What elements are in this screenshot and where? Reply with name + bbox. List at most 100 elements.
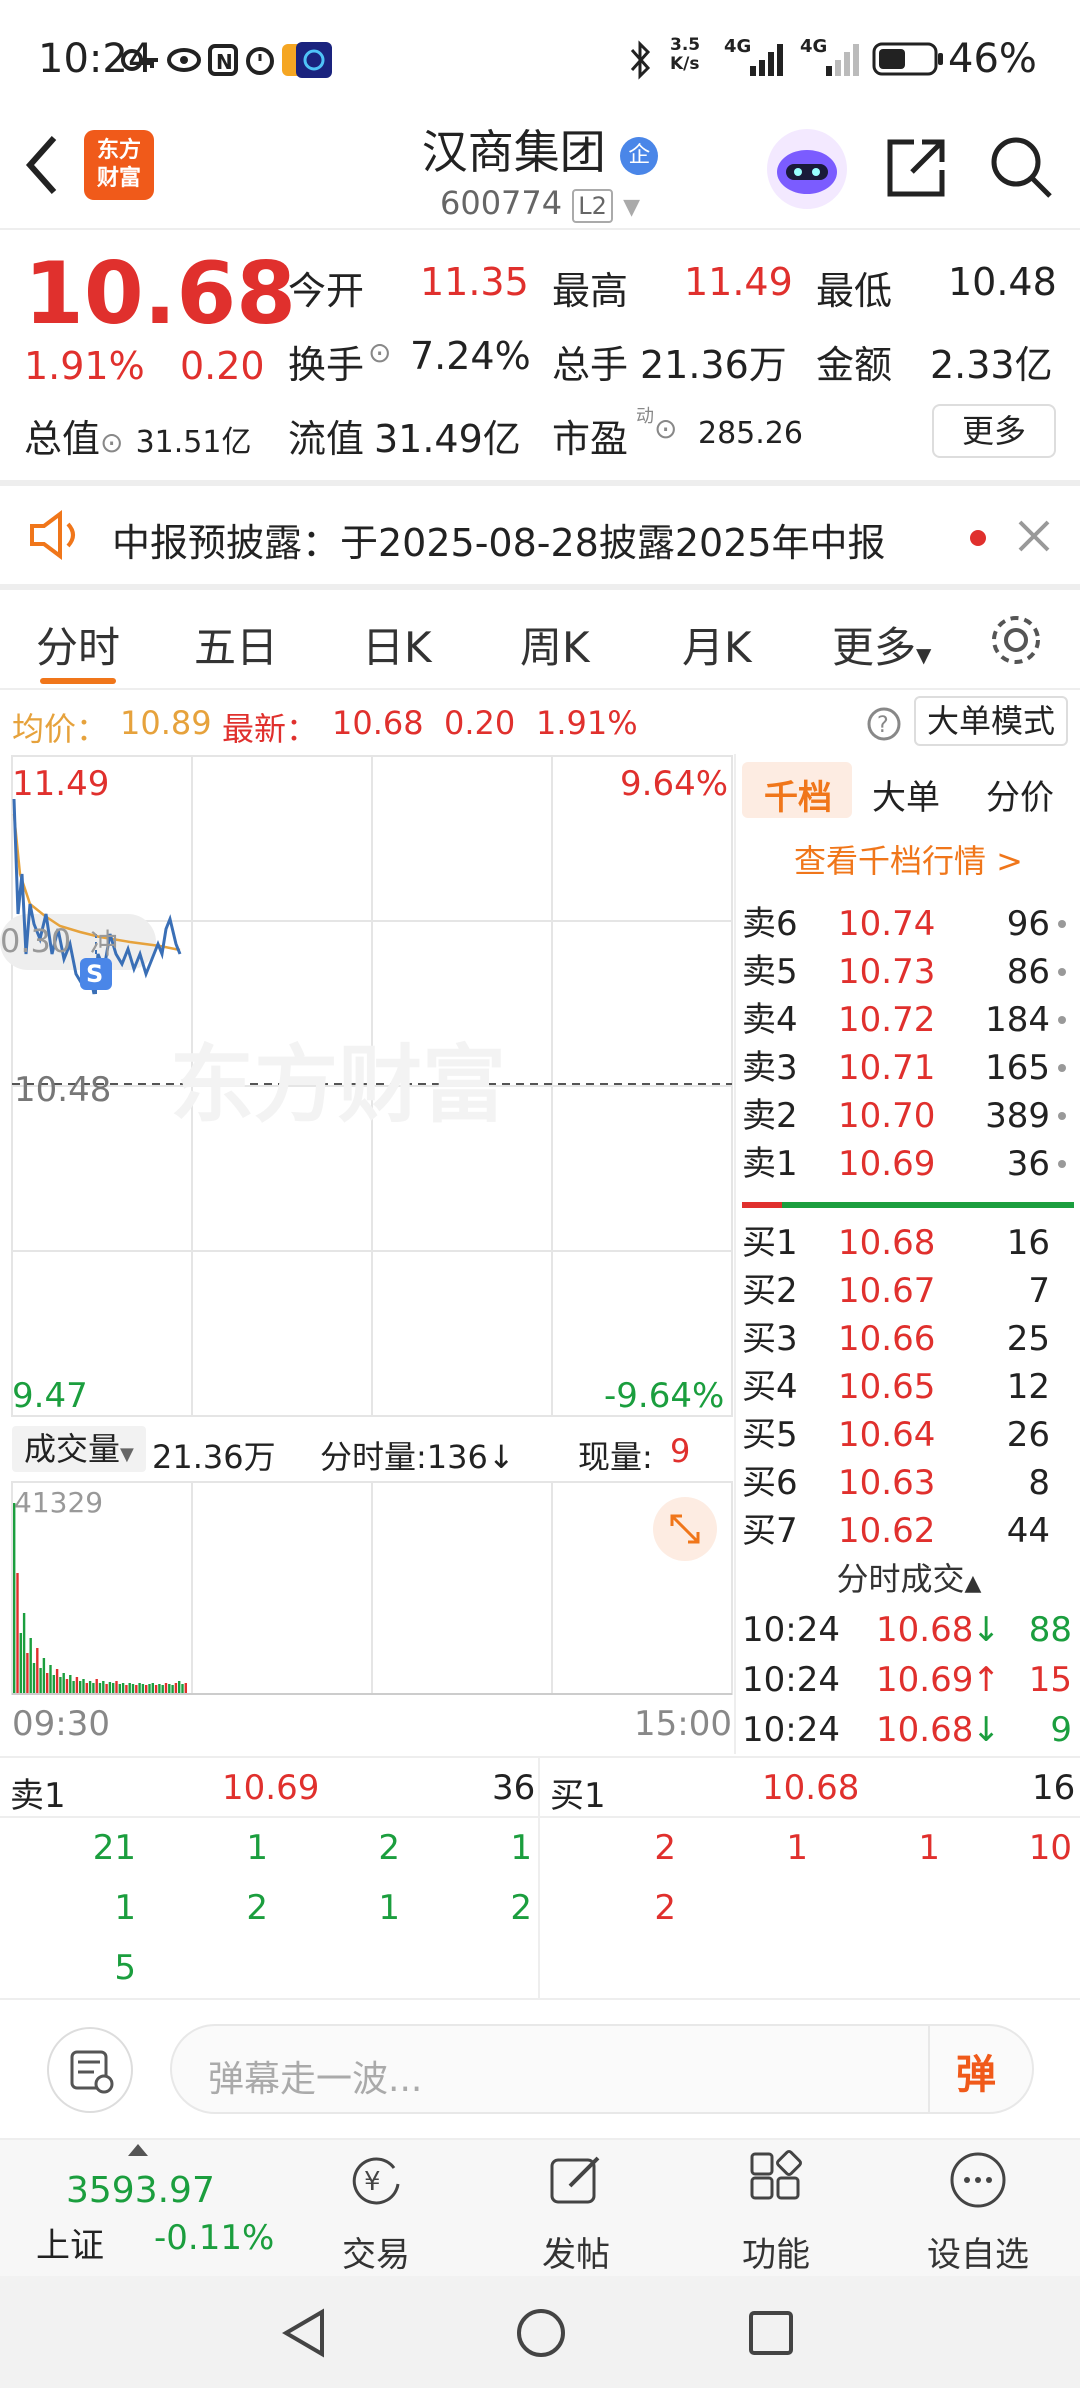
share-icon[interactable] bbox=[884, 134, 950, 200]
buy-level-label: 买4 bbox=[742, 1367, 798, 1407]
queue-order-size: 2 bbox=[654, 1828, 676, 1868]
queue-order-size: 21 bbox=[92, 1828, 136, 1868]
volume-bar bbox=[79, 1681, 82, 1693]
volume-bar bbox=[125, 1685, 128, 1693]
svg-text:N: N bbox=[216, 50, 233, 74]
level2-badge: L2 bbox=[572, 189, 613, 223]
settings-gear-icon[interactable] bbox=[988, 612, 1044, 668]
tab-weekly-k[interactable]: 周K bbox=[520, 614, 590, 675]
ticks-header[interactable]: 分时成交▲ bbox=[738, 1554, 1080, 1600]
danmaku-input[interactable]: 弹幕走一波... 弹 bbox=[170, 2024, 1034, 2114]
queue-sell-vol: 36 bbox=[492, 1768, 536, 1808]
volume-bar bbox=[85, 1683, 88, 1693]
system-nav-bar bbox=[0, 2276, 1080, 2388]
volume-bar bbox=[39, 1668, 42, 1693]
open-label: 今开 bbox=[288, 269, 365, 313]
nav-post[interactable]: 发帖 bbox=[516, 2150, 636, 2276]
sell-row[interactable]: 卖3 10.71 165 bbox=[740, 1044, 1080, 1092]
volume-chart[interactable]: 41329 bbox=[0, 1480, 734, 1696]
buy-row[interactable]: 买7 10.62 44 bbox=[740, 1507, 1080, 1555]
tab-monthly-k[interactable]: 月K bbox=[682, 614, 752, 675]
sell-volume: 165 bbox=[985, 1048, 1050, 1088]
sell-row[interactable]: 卖2 10.70 389 bbox=[740, 1092, 1080, 1140]
nfc-icon: N bbox=[208, 44, 238, 76]
volume-bar bbox=[98, 1683, 102, 1693]
nav-add-watchlist[interactable]: 设自选 bbox=[918, 2150, 1038, 2276]
intraday-chart[interactable]: 东方财富 11.49 9.64% 0.30 冲 S 10.48 9.47 -9.… bbox=[0, 754, 734, 1418]
buy-row[interactable]: 买4 10.65 12 bbox=[740, 1363, 1080, 1411]
sell-row[interactable]: 卖4 10.72 184 bbox=[740, 996, 1080, 1044]
close-icon[interactable] bbox=[1016, 518, 1052, 554]
queue-sell-label: 卖1 bbox=[10, 1776, 66, 1816]
robot-assistant-icon[interactable] bbox=[764, 126, 850, 212]
volume-bar bbox=[82, 1679, 85, 1693]
home-circle-icon[interactable] bbox=[514, 2306, 568, 2360]
volume-bar bbox=[112, 1683, 115, 1693]
pe-info-icon[interactable]: ⊙ bbox=[654, 412, 677, 445]
sell-price: 10.70 bbox=[838, 1096, 936, 1136]
volume-bar bbox=[92, 1683, 95, 1693]
app-badge-blue-icon bbox=[296, 42, 332, 78]
mcap-row: 总值⊙ 31.51亿 bbox=[24, 408, 251, 463]
tab-thousand-levels[interactable]: 千档 bbox=[764, 770, 832, 819]
expand-icon[interactable] bbox=[652, 1496, 718, 1562]
volume-peak-label: 41329 bbox=[14, 1486, 104, 1519]
help-icon[interactable]: ? bbox=[866, 706, 902, 742]
sell-row[interactable]: 卖5 10.73 86 bbox=[740, 948, 1080, 996]
float-value: 31.49亿 bbox=[374, 417, 521, 461]
divider bbox=[734, 754, 736, 1754]
now-volume: 9 bbox=[670, 1432, 691, 1470]
stock-code-row[interactable]: 600774 L2 ▼ bbox=[300, 184, 780, 223]
back-icon[interactable] bbox=[22, 132, 62, 198]
buy-row[interactable]: 买6 10.63 8 bbox=[740, 1459, 1080, 1507]
y-top-label: 11.49 bbox=[12, 764, 110, 804]
ref-price-label: 10.48 bbox=[14, 1070, 112, 1110]
volume-total: 21.36万 bbox=[152, 1438, 276, 1476]
danmaku-settings-icon[interactable] bbox=[46, 2026, 134, 2114]
sell-row[interactable]: 卖1 10.69 36 bbox=[740, 1140, 1080, 1188]
sell-volume: 389 bbox=[985, 1096, 1050, 1136]
recents-square-icon[interactable] bbox=[746, 2308, 796, 2358]
tab-price-distribution[interactable]: 分价 bbox=[986, 770, 1054, 819]
tab-5day[interactable]: 五日 bbox=[194, 614, 278, 675]
tab-intraday[interactable]: 分时 bbox=[36, 614, 120, 675]
tab-big-orders[interactable]: 大单 bbox=[872, 770, 940, 819]
nav-functions[interactable]: 功能 bbox=[716, 2150, 836, 2276]
notice-bar[interactable]: 中报预披露：于2025-08-28披露2025年中报 bbox=[0, 488, 1080, 584]
volume-bar bbox=[19, 1633, 22, 1693]
back-triangle-icon[interactable] bbox=[280, 2308, 330, 2358]
queue-buy-vol: 16 bbox=[1032, 1768, 1076, 1808]
turnover-info-icon[interactable]: ⊙ bbox=[368, 336, 391, 369]
open-value: 11.35 bbox=[420, 260, 529, 304]
buy-level-label: 买7 bbox=[742, 1511, 798, 1551]
buy-price: 10.63 bbox=[838, 1463, 936, 1503]
volume-bar bbox=[102, 1681, 105, 1693]
buy-row[interactable]: 买5 10.64 26 bbox=[740, 1411, 1080, 1459]
volume-bar bbox=[131, 1684, 135, 1693]
view-thousand-levels-link[interactable]: 查看千档行情 > bbox=[794, 836, 1023, 882]
sell-row[interactable]: 卖6 10.74 96 bbox=[740, 900, 1080, 948]
caret-up-icon: ▲ bbox=[964, 1571, 982, 1596]
info-icon[interactable]: ⊙ bbox=[100, 426, 123, 459]
tab-daily-k[interactable]: 日K bbox=[362, 614, 432, 675]
latest-pct: 1.91% bbox=[536, 704, 638, 742]
nav-trade[interactable]: ¥ 交易 bbox=[316, 2150, 436, 2276]
sell-level-label: 卖2 bbox=[742, 1096, 798, 1136]
search-icon[interactable] bbox=[988, 134, 1054, 200]
danmaku-send-button[interactable]: 弹 bbox=[956, 2042, 996, 2100]
more-button[interactable]: 更多 bbox=[932, 404, 1056, 458]
buy-price: 10.68 bbox=[838, 1223, 936, 1263]
index-value[interactable]: 3593.97 bbox=[66, 2170, 215, 2211]
big-order-mode-button[interactable]: 大单模式 bbox=[914, 696, 1068, 746]
buy-row[interactable]: 买1 10.68 16 bbox=[740, 1219, 1080, 1267]
chart-tabs: 分时 五日 日K 周K 月K 更多▼ bbox=[0, 590, 1080, 690]
svg-text:¥: ¥ bbox=[364, 2167, 381, 2197]
s-marker[interactable]: S bbox=[86, 960, 103, 988]
buy-row[interactable]: 买2 10.67 7 bbox=[740, 1267, 1080, 1315]
volume-selector[interactable]: 成交量▼ bbox=[12, 1426, 146, 1472]
volume-bar bbox=[49, 1665, 52, 1693]
tab-more[interactable]: 更多▼ bbox=[832, 614, 931, 675]
queue-order-size: 1 bbox=[510, 1828, 532, 1868]
buy-row[interactable]: 买3 10.66 25 bbox=[740, 1315, 1080, 1363]
volume-bar bbox=[95, 1679, 98, 1693]
